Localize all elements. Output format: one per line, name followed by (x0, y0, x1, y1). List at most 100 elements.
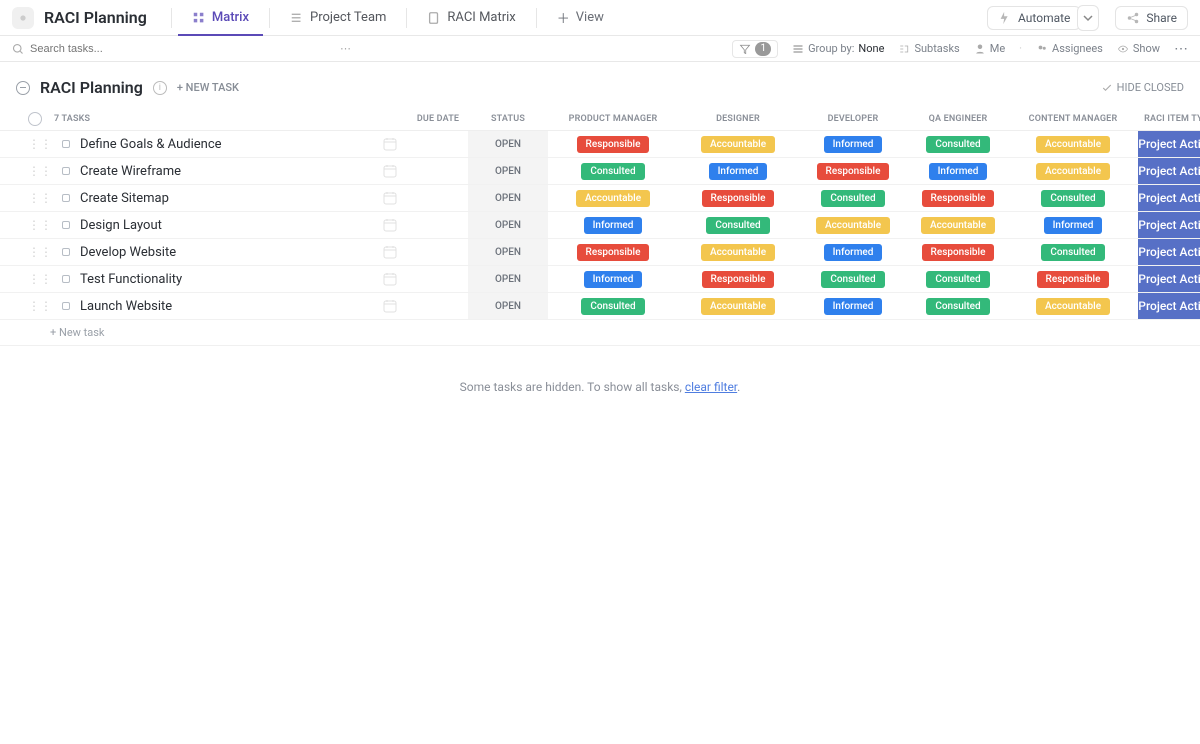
qa-cell[interactable]: Responsible (908, 244, 1008, 261)
clear-filter-link[interactable]: clear filter (685, 380, 737, 394)
status-dot-icon[interactable] (62, 248, 70, 256)
raci-tag[interactable]: Informed (1044, 217, 1103, 234)
designer-cell[interactable]: Accountable (678, 244, 798, 261)
qa-cell[interactable]: Consulted (908, 298, 1008, 315)
status-cell[interactable]: OPEN (468, 239, 548, 265)
raci-tag[interactable]: Responsible (922, 244, 995, 261)
raci-tag[interactable]: Informed (929, 163, 988, 180)
raci-tag[interactable]: Accountable (701, 136, 775, 153)
raci-tag[interactable]: Responsible (817, 163, 890, 180)
calendar-icon[interactable] (382, 299, 398, 314)
status-cell[interactable]: OPEN (468, 131, 548, 157)
status-dot-icon[interactable] (62, 140, 70, 148)
status-cell[interactable]: OPEN (468, 293, 548, 319)
raci-tag[interactable]: Accountable (701, 244, 775, 261)
raci-tag[interactable]: Responsible (702, 190, 775, 207)
new-task-link[interactable]: + NEW TASK (177, 81, 239, 94)
assignees-button[interactable]: Assignees (1036, 42, 1103, 55)
raci-tag[interactable]: Accountable (701, 298, 775, 315)
hide-closed-button[interactable]: HIDE CLOSED (1101, 81, 1184, 94)
developer-cell[interactable]: Informed (798, 136, 908, 153)
developer-cell[interactable]: Informed (798, 244, 908, 261)
drag-handle-icon[interactable]: ⋮⋮ (28, 218, 52, 232)
col-designer[interactable]: DESIGNER (678, 114, 798, 124)
raci-tag[interactable]: Consulted (926, 271, 989, 288)
developer-cell[interactable]: Responsible (798, 163, 908, 180)
add-view-button[interactable]: ＋ View (543, 0, 618, 35)
task-name[interactable]: Launch Website (80, 299, 172, 314)
cm-cell[interactable]: Responsible (1008, 271, 1138, 288)
pm-cell[interactable]: Responsible (548, 136, 678, 153)
search-input[interactable] (30, 43, 230, 55)
task-name[interactable]: Develop Website (80, 245, 176, 260)
me-button[interactable]: Me (974, 42, 1005, 55)
raci-tag[interactable]: Responsible (922, 190, 995, 207)
info-icon[interactable]: i (153, 81, 167, 95)
pm-cell[interactable]: Informed (548, 271, 678, 288)
status-cell[interactable]: OPEN (468, 185, 548, 211)
raci-tag[interactable]: Consulted (926, 136, 989, 153)
raci-tag[interactable]: Accountable (1036, 136, 1110, 153)
cm-cell[interactable]: Informed (1008, 217, 1138, 234)
drag-handle-icon[interactable]: ⋮⋮ (28, 137, 52, 151)
cm-cell[interactable]: Accountable (1008, 298, 1138, 315)
qa-cell[interactable]: Informed (908, 163, 1008, 180)
group-title[interactable]: RACI Planning (40, 78, 143, 97)
col-tasks[interactable]: 7 TASKS (28, 112, 408, 126)
developer-cell[interactable]: Accountable (798, 217, 908, 234)
table-row[interactable]: ⋮⋮ Launch Website OPEN Consulted Account… (0, 293, 1200, 320)
item-type-cell[interactable]: Project Activity (1138, 293, 1200, 319)
cm-cell[interactable]: Accountable (1008, 163, 1138, 180)
show-button[interactable]: Show (1117, 42, 1160, 55)
designer-cell[interactable]: Responsible (678, 271, 798, 288)
tab-raci-matrix[interactable]: RACI Matrix (413, 0, 529, 35)
share-button[interactable]: Share (1115, 6, 1188, 30)
raci-tag[interactable]: Accountable (1036, 298, 1110, 315)
workspace-avatar[interactable] (12, 7, 34, 29)
qa-cell[interactable]: Responsible (908, 190, 1008, 207)
calendar-icon[interactable] (382, 218, 398, 233)
developer-cell[interactable]: Consulted (798, 271, 908, 288)
task-name[interactable]: Test Functionality (80, 272, 182, 287)
task-name[interactable]: Define Goals & Audience (80, 137, 222, 152)
status-cell[interactable]: OPEN (468, 158, 548, 184)
pm-cell[interactable]: Informed (548, 217, 678, 234)
table-row[interactable]: ⋮⋮ Test Functionality OPEN Informed Resp… (0, 266, 1200, 293)
status-dot-icon[interactable] (62, 275, 70, 283)
drag-handle-icon[interactable]: ⋮⋮ (28, 272, 52, 286)
col-due-date[interactable]: DUE DATE (408, 114, 468, 124)
raci-tag[interactable]: Responsible (702, 271, 775, 288)
raci-tag[interactable]: Informed (584, 271, 643, 288)
table-row[interactable]: ⋮⋮ Design Layout OPEN Informed Consulted… (0, 212, 1200, 239)
pm-cell[interactable]: Accountable (548, 190, 678, 207)
raci-tag[interactable]: Accountable (576, 190, 650, 207)
qa-cell[interactable]: Accountable (908, 217, 1008, 234)
calendar-icon[interactable] (382, 245, 398, 260)
designer-cell[interactable]: Responsible (678, 190, 798, 207)
calendar-icon[interactable] (382, 272, 398, 287)
table-row[interactable]: ⋮⋮ Create Sitemap OPEN Accountable Respo… (0, 185, 1200, 212)
automate-chevron[interactable] (1077, 5, 1099, 31)
raci-tag[interactable]: Accountable (1036, 163, 1110, 180)
select-all-circle[interactable] (28, 112, 42, 126)
drag-handle-icon[interactable]: ⋮⋮ (28, 164, 52, 178)
table-row[interactable]: ⋮⋮ Create Wireframe OPEN Consulted Infor… (0, 158, 1200, 185)
more-icon[interactable]: ⋯ (340, 42, 351, 55)
designer-cell[interactable]: Accountable (678, 298, 798, 315)
group-by-button[interactable]: Group by: None (792, 42, 884, 55)
task-name[interactable]: Create Wireframe (80, 164, 181, 179)
drag-handle-icon[interactable]: ⋮⋮ (28, 191, 52, 205)
item-type-cell[interactable]: Project Activity (1138, 131, 1200, 157)
drag-handle-icon[interactable]: ⋮⋮ (28, 299, 52, 313)
automate-button[interactable]: Automate (987, 6, 1081, 30)
raci-tag[interactable]: Responsible (1037, 271, 1110, 288)
filter-chip[interactable]: 1 (732, 40, 778, 58)
calendar-icon[interactable] (382, 191, 398, 206)
raci-tag[interactable]: Informed (584, 217, 643, 234)
status-dot-icon[interactable] (62, 194, 70, 202)
table-row[interactable]: ⋮⋮ Define Goals & Audience OPEN Responsi… (0, 131, 1200, 158)
raci-tag[interactable]: Consulted (581, 298, 644, 315)
designer-cell[interactable]: Accountable (678, 136, 798, 153)
calendar-icon[interactable] (382, 137, 398, 152)
pm-cell[interactable]: Consulted (548, 163, 678, 180)
